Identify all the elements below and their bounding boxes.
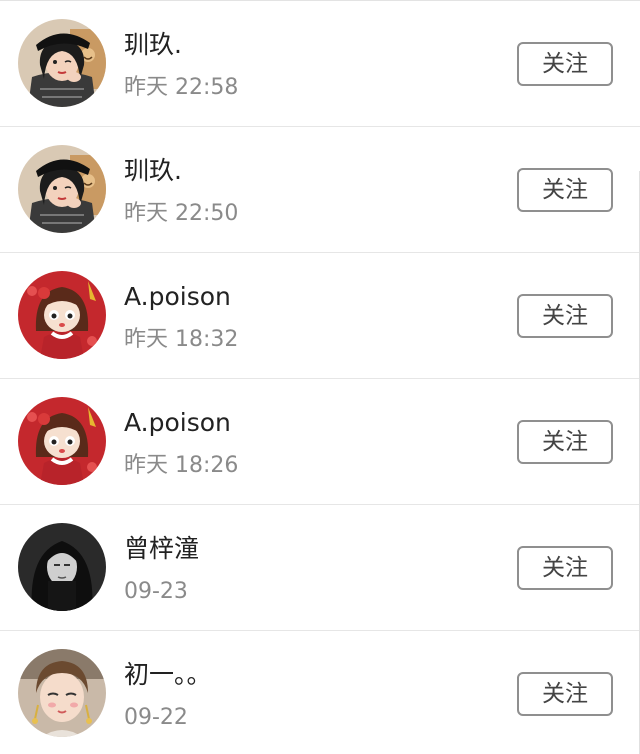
follow-list: 玔玖. 昨天 22:58 关注 玔玖. 昨天 22:50 关注 A.poison… xyxy=(0,0,640,754)
avatar-girl-earrings-icon[interactable] xyxy=(18,649,106,737)
avatar-girl-black-hat-icon[interactable] xyxy=(18,145,106,233)
follow-button[interactable]: 关注 xyxy=(517,546,613,590)
timestamp: 09-22 xyxy=(124,705,188,730)
avatar-girl-black-hat-icon[interactable] xyxy=(18,19,106,107)
timestamp: 昨天 18:26 xyxy=(124,453,239,478)
list-item[interactable]: A.poison 昨天 18:32 关注 xyxy=(0,253,640,379)
user-name: A.poison xyxy=(124,282,231,311)
user-name: 玔玖. xyxy=(124,156,182,185)
follow-button[interactable]: 关注 xyxy=(517,42,613,86)
list-item[interactable]: A.poison 昨天 18:26 关注 xyxy=(0,379,640,505)
list-item[interactable]: 初一。。 09-22 关注 xyxy=(0,631,640,754)
user-name: 初一。。 xyxy=(124,660,212,689)
avatar-cartoon-girl-icon[interactable] xyxy=(18,271,106,359)
follow-button[interactable]: 关注 xyxy=(517,420,613,464)
list-item[interactable]: 玔玖. 昨天 22:50 关注 xyxy=(0,127,640,253)
follow-button[interactable]: 关注 xyxy=(517,168,613,212)
user-name: 玔玖. xyxy=(124,30,182,59)
list-item[interactable]: 玔玖. 昨天 22:58 关注 xyxy=(0,1,640,127)
follow-button[interactable]: 关注 xyxy=(517,672,613,716)
timestamp: 昨天 18:32 xyxy=(124,327,239,352)
follow-button[interactable]: 关注 xyxy=(517,294,613,338)
user-name: A.poison xyxy=(124,408,231,437)
timestamp: 昨天 22:58 xyxy=(124,75,239,100)
list-item[interactable]: 曾梓潼 09-23 关注 xyxy=(0,505,640,631)
timestamp: 昨天 22:50 xyxy=(124,201,239,226)
avatar-cartoon-girl-icon[interactable] xyxy=(18,397,106,485)
timestamp: 09-23 xyxy=(124,579,188,604)
user-name: 曾梓潼 xyxy=(124,534,200,563)
avatar-dark-hair-girl-icon[interactable] xyxy=(18,523,106,611)
